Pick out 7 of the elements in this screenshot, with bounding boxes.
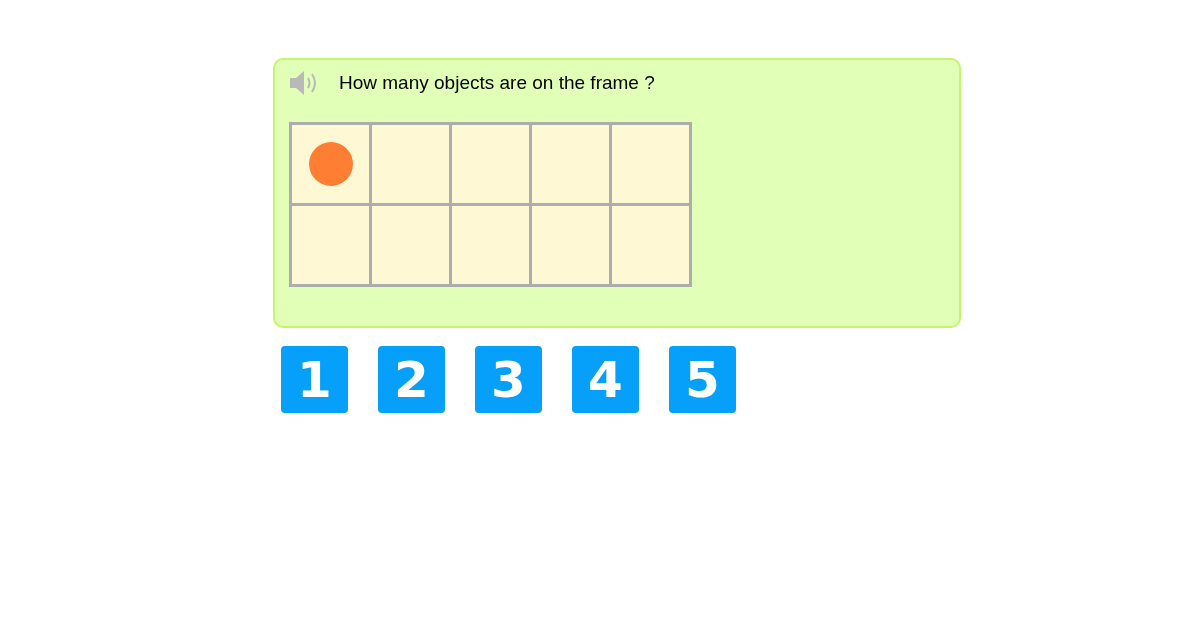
answer-button[interactable]: 5	[669, 346, 736, 413]
answer-button[interactable]: 3	[475, 346, 542, 413]
answer-button[interactable]: 2	[378, 346, 445, 413]
answer-button[interactable]: 4	[572, 346, 639, 413]
speaker-icon[interactable]	[289, 69, 319, 97]
question-text: How many objects are on the frame ?	[339, 70, 655, 95]
answer-button[interactable]: 1	[281, 346, 348, 413]
